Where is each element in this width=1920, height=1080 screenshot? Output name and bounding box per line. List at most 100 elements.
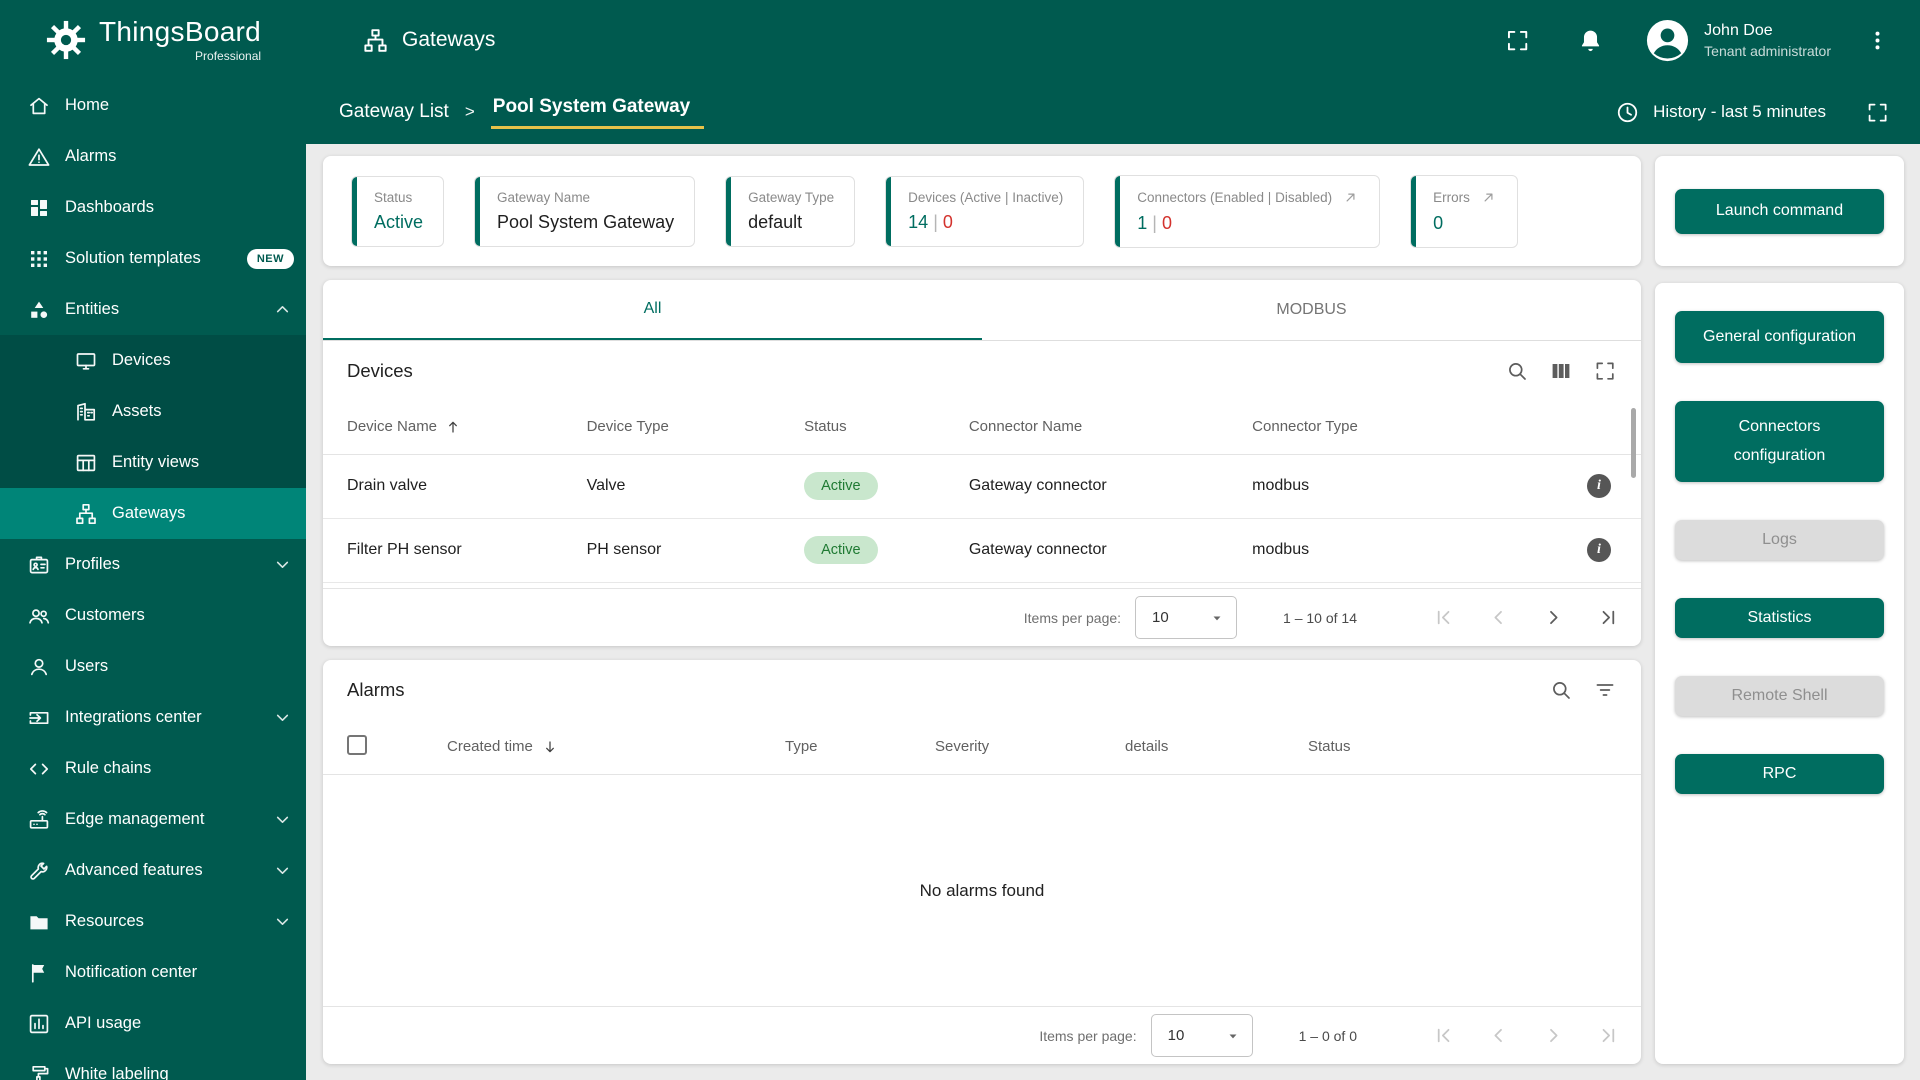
devices-panel-title: Devices	[347, 359, 413, 381]
remote-shell-button[interactable]: Remote Shell	[1675, 675, 1884, 716]
sidebar-item-users[interactable]: Users	[0, 641, 306, 692]
sidebar-item-edge-management[interactable]: Edge management	[0, 794, 306, 845]
sidebar-item-dashboards[interactable]: Dashboards	[0, 182, 306, 233]
sidebar-item-solution-templates[interactable]: Solution templates NEW	[0, 233, 306, 284]
select-all-checkbox[interactable]	[347, 734, 367, 755]
tab-modbus[interactable]: MODBUS	[982, 280, 1641, 340]
stat-gateway-name: Gateway Name Pool System Gateway	[474, 175, 696, 247]
sidebar-item-home[interactable]: Home	[0, 80, 306, 131]
sidebar-item-entities[interactable]: Entities	[0, 284, 306, 335]
sidebar-item-alarms[interactable]: Alarms	[0, 131, 306, 182]
previous-page-button[interactable]	[1486, 605, 1511, 630]
user-menu[interactable]: John Doe Tenant administrator	[1644, 17, 1831, 64]
launch-command-button[interactable]: Launch command	[1675, 188, 1884, 234]
value-divider: |	[1152, 212, 1157, 233]
user-info: John Doe Tenant administrator	[1704, 21, 1831, 58]
items-per-page-select[interactable]: 10	[1150, 1014, 1253, 1057]
scrollbar-thumb[interactable]	[1631, 408, 1636, 478]
first-page-button[interactable]	[1431, 1023, 1456, 1048]
sidebar-item-label: Resources	[65, 912, 144, 930]
items-per-page-select[interactable]: 10	[1135, 596, 1238, 639]
previous-page-button[interactable]	[1486, 1023, 1511, 1048]
table-row[interactable]: Filter PH sensor PH sensor Active Gatewa…	[323, 518, 1641, 583]
sidebar-item-label: Edge management	[65, 810, 205, 828]
status-badge: Active	[804, 472, 878, 500]
tab-label: MODBUS	[1276, 301, 1347, 318]
sidebar-item-label: Entity views	[112, 453, 200, 471]
last-page-button[interactable]	[1596, 1023, 1621, 1048]
home-icon	[27, 94, 51, 118]
column-created-time[interactable]: Created time	[447, 738, 785, 756]
tab-bar: All MODBUS	[323, 280, 1641, 341]
sidebar-item-gateways[interactable]: Gateways	[0, 488, 306, 539]
sidebar-item-customers[interactable]: Customers	[0, 590, 306, 641]
content-area: Status Active Gateway Name Pool System G…	[306, 144, 1920, 1080]
column-status: Status	[1308, 738, 1351, 755]
chevron-down-icon	[271, 808, 294, 831]
table-row[interactable]: Drain valve Valve Active Gateway connect…	[323, 454, 1641, 519]
alarms-pagination: Items per page: 10 1 – 0 of 0	[323, 1006, 1641, 1064]
chevron-down-icon	[271, 553, 294, 576]
sidebar-item-white-labeling[interactable]: White labeling	[0, 1049, 306, 1080]
connectors-enabled-count: 1	[1137, 212, 1148, 233]
breadcrumb-parent[interactable]: Gateway List	[339, 101, 449, 123]
sidebar-item-entity-views[interactable]: Entity views	[0, 437, 306, 488]
general-configuration-button[interactable]: General configuration	[1675, 311, 1884, 363]
search-icon[interactable]	[1549, 678, 1573, 702]
statistics-button[interactable]: Statistics	[1675, 597, 1884, 638]
devices-table: Device Name Device Type Status Connector…	[323, 400, 1641, 583]
sidebar-item-api-usage[interactable]: API usage	[0, 998, 306, 1049]
alarms-card: Alarms Created time Type Severity detail…	[323, 660, 1641, 1064]
devices-inactive-count: 0	[942, 211, 953, 232]
column-device-type: Device Type	[586, 400, 805, 455]
connector-type-cell: modbus	[1252, 518, 1582, 583]
column-label: Created time	[447, 738, 533, 755]
device-type-cell: Valve	[586, 454, 805, 519]
column-device-name[interactable]: Device Name	[323, 400, 587, 455]
connectors-configuration-button[interactable]: Connectors configuration	[1675, 400, 1884, 482]
search-icon[interactable]	[1505, 359, 1529, 383]
top-bar: ThingsBoard Professional Gateways John D…	[0, 0, 1920, 80]
page-range-label: 1 – 0 of 0	[1298, 1027, 1357, 1044]
gateways-icon	[74, 502, 98, 526]
sidebar-item-resources[interactable]: Resources	[0, 896, 306, 947]
rpc-button[interactable]: RPC	[1675, 753, 1884, 794]
stat-label: Gateway Name	[497, 189, 591, 205]
device-info-icon[interactable]: i	[1587, 538, 1611, 562]
next-page-button[interactable]	[1541, 1023, 1566, 1048]
notifications-bell-icon[interactable]	[1577, 27, 1604, 54]
expand-icon[interactable]	[1593, 359, 1617, 383]
tab-all[interactable]: All	[323, 280, 982, 340]
sidebar-item-label: Home	[65, 96, 110, 114]
items-per-page-label: Items per page:	[1039, 1027, 1137, 1044]
view-columns-icon[interactable]	[1549, 359, 1573, 383]
integrations-icon	[27, 706, 51, 730]
sidebar-item-advanced-features[interactable]: Advanced features	[0, 845, 306, 896]
open-in-new-icon[interactable]	[1480, 189, 1497, 206]
sidebar-item-notification-center[interactable]: Notification center	[0, 947, 306, 998]
last-page-button[interactable]	[1596, 605, 1621, 630]
more-options-icon[interactable]	[1865, 28, 1890, 53]
sidebar-item-devices[interactable]: Devices	[0, 335, 306, 386]
first-page-button[interactable]	[1431, 605, 1456, 630]
sidebar-item-integrations-center[interactable]: Integrations center	[0, 692, 306, 743]
filter-icon[interactable]	[1593, 678, 1617, 702]
sidebar-item-assets[interactable]: Assets	[0, 386, 306, 437]
open-in-new-icon[interactable]	[1342, 189, 1359, 206]
device-type-cell: PH sensor	[586, 518, 805, 583]
sidebar-item-rule-chains[interactable]: Rule chains	[0, 743, 306, 794]
thingsboard-logo[interactable]: ThingsBoard Professional	[0, 17, 306, 63]
sidebar-item-profiles[interactable]: Profiles	[0, 539, 306, 590]
fullscreen-icon[interactable]	[1504, 27, 1531, 54]
logs-button[interactable]: Logs	[1675, 519, 1884, 560]
history-range-label[interactable]: History - last 5 minutes	[1653, 102, 1826, 122]
chevron-down-icon	[271, 859, 294, 882]
new-badge: NEW	[246, 248, 294, 269]
next-page-button[interactable]	[1541, 605, 1566, 630]
column-status: Status	[804, 400, 969, 455]
user-name: John Doe	[1704, 22, 1773, 40]
fullscreen-icon[interactable]	[1865, 100, 1890, 125]
sidebar-item-label: Solution templates	[65, 249, 201, 267]
devices-pagination: Items per page: 10 1 – 10 of 14	[323, 588, 1641, 646]
device-info-icon[interactable]: i	[1587, 474, 1611, 498]
